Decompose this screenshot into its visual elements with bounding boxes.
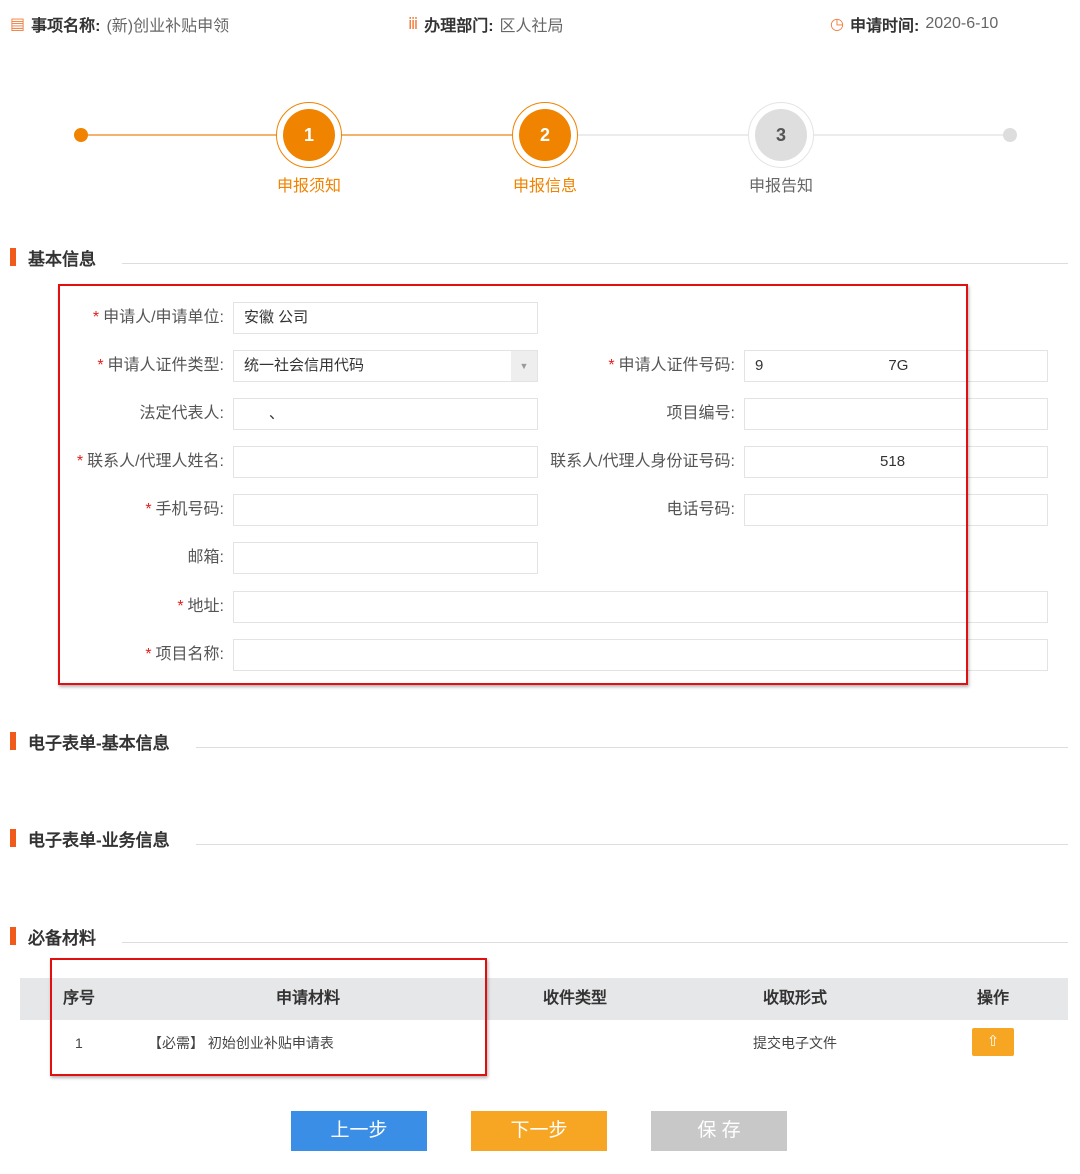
step-1-label: 申报须知	[276, 178, 341, 195]
section-basic-info: 基本信息	[10, 245, 1068, 269]
col-header-form: 收取形式	[762, 990, 827, 1007]
section-eform-basic: 电子表单-基本信息	[10, 729, 1068, 753]
step-2[interactable]: 2	[512, 102, 578, 168]
save-button[interactable]: 保 存	[651, 1111, 787, 1151]
section-eform-business: 电子表单-业务信息	[10, 826, 1068, 850]
step-1[interactable]: 1	[276, 102, 342, 168]
upload-button[interactable]: ⇧	[972, 1028, 1014, 1056]
next-step-button[interactable]: 下一步	[471, 1111, 607, 1151]
building-icon: ⅲ	[408, 16, 419, 33]
highlight-box-basic-info	[58, 284, 968, 685]
progress-start-dot	[74, 128, 88, 142]
progress-end-dot	[1003, 128, 1017, 142]
row-form: 提交电子文件	[753, 1035, 837, 1051]
department-field: ⅲ 办理部门: 区人社局	[408, 16, 564, 35]
step-2-label: 申报信息	[512, 178, 577, 195]
highlight-box-materials	[50, 958, 487, 1076]
document-icon: ▤	[10, 16, 26, 33]
apply-time-field: ◷ 申请时间: 2020-6-10	[830, 15, 999, 35]
prev-step-button[interactable]: 上一步	[291, 1111, 427, 1151]
step-3[interactable]: 3	[748, 102, 814, 168]
item-name-field: ▤ 事项名称: (新)创业补贴申领	[10, 16, 230, 35]
col-header-action: 操作	[976, 990, 1009, 1007]
row-type	[475, 1030, 675, 1056]
step-3-label: 申报告知	[748, 178, 813, 195]
col-header-type: 收件类型	[542, 990, 607, 1007]
upload-icon: ⇧	[986, 1033, 1000, 1050]
clock-icon: ◷	[830, 16, 844, 33]
section-materials: 必备材料	[10, 924, 1068, 948]
